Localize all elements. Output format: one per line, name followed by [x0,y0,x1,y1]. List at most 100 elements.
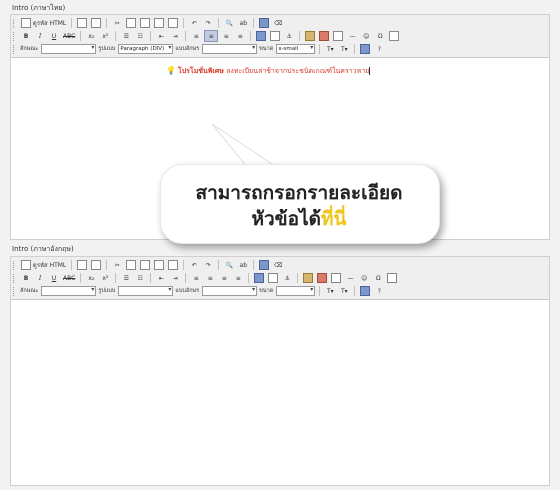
remove-format-button[interactable]: ⌫ [272,18,284,28]
subscript-button[interactable]: x₂ [85,273,97,283]
find-button[interactable]: 🔍 [223,18,235,28]
justify-button[interactable]: ≡ [234,31,246,41]
find-button[interactable]: 🔍 [223,260,235,270]
source-button[interactable]: ดูรหัส HTML [20,18,67,28]
table-button[interactable] [330,273,342,283]
paste-word-button[interactable] [167,260,179,270]
style-select[interactable] [41,286,97,296]
maximize-button[interactable] [359,286,371,296]
page-break-button[interactable] [388,31,400,41]
paste-button[interactable] [139,260,151,270]
callout-accent-text: ที่นี่ [320,208,347,230]
italic-button[interactable]: I [34,31,46,41]
subscript-button[interactable]: x₂ [85,31,97,41]
redo-button[interactable]: ↷ [202,260,214,270]
replace-button[interactable]: ab [237,260,249,270]
numbered-list-button[interactable]: ☰ [120,273,132,283]
link-button[interactable] [255,31,267,41]
undo-button[interactable]: ↶ [188,260,200,270]
new-page-button[interactable] [76,18,88,28]
paste-text-icon [154,18,165,28]
text-caret [369,67,371,75]
maximize-icon [360,286,371,296]
bullet-list-button[interactable]: ☷ [134,273,146,283]
indent-button[interactable]: ⇥ [169,273,181,283]
anchor-button[interactable]: ⚓ [281,273,293,283]
outdent-button[interactable]: ⇤ [155,31,167,41]
page-break-button[interactable] [386,273,398,283]
indent-button[interactable]: ⇥ [169,31,181,41]
select-all-button[interactable] [258,18,270,28]
bg-color-button[interactable]: T▾ [338,44,350,54]
underline-button[interactable]: U [48,273,60,283]
new-page-button[interactable] [76,260,88,270]
redo-button[interactable]: ↷ [202,18,214,28]
preview-button[interactable] [90,18,102,28]
size-select[interactable]: x-small [276,44,316,54]
paste-button[interactable] [139,18,151,28]
strike-button[interactable]: ABC [62,273,76,283]
select-all-button[interactable] [258,260,270,270]
replace-button[interactable]: ab [237,18,249,28]
unlink-button[interactable] [269,31,281,41]
paste-word-button[interactable] [167,18,179,28]
special-char-button[interactable]: Ω [372,273,384,283]
about-button[interactable]: ? [373,44,385,54]
unlink-button[interactable] [267,273,279,283]
special-char-button[interactable]: Ω [374,31,386,41]
size-select[interactable] [276,286,316,296]
copy-button[interactable] [125,260,137,270]
strike-button[interactable]: ABC [62,31,76,41]
superscript-button[interactable]: x² [99,31,111,41]
table-icon [331,273,342,283]
align-right-button[interactable]: ≡ [218,273,230,283]
rule-button[interactable]: — [346,31,358,41]
align-center-button[interactable]: ≡ [204,30,219,42]
cut-button[interactable]: ✂ [111,260,123,270]
text-color-button[interactable]: T▾ [324,44,336,54]
english-editor-content[interactable] [11,302,549,485]
align-right-button[interactable]: ≡ [220,31,232,41]
paste-text-button[interactable] [153,260,165,270]
bullet-list-button[interactable]: ☷ [134,31,146,41]
numbered-list-button[interactable]: ☰ [120,31,132,41]
toolbar-grip[interactable] [13,18,16,28]
remove-format-button[interactable]: ⌫ [272,260,284,270]
source-button[interactable]: ดูรหัส HTML [20,260,67,270]
paste-text-button[interactable] [153,18,165,28]
bg-color-button[interactable]: T▾ [338,286,350,296]
font-select[interactable] [202,44,258,54]
flash-button[interactable] [318,31,330,41]
anchor-button[interactable]: ⚓ [283,31,295,41]
italic-button[interactable]: I [34,273,46,283]
format-select[interactable]: Paragraph (DIV) [118,44,174,54]
format-select[interactable] [118,286,174,296]
image-button[interactable] [304,31,316,41]
align-center-button[interactable]: ≡ [204,273,216,283]
copy-button[interactable] [125,18,137,28]
bold-button[interactable]: B [20,31,32,41]
link-button[interactable] [253,273,265,283]
maximize-button[interactable] [359,44,371,54]
flash-button[interactable] [316,273,328,283]
style-select[interactable] [41,44,97,54]
align-left-button[interactable]: ≡ [190,273,202,283]
align-left-button[interactable]: ≡ [190,31,202,41]
font-select[interactable] [202,286,258,296]
bold-button[interactable]: B [20,273,32,283]
image-button[interactable] [302,273,314,283]
about-button[interactable]: ? [373,286,385,296]
undo-button[interactable]: ↶ [188,18,200,28]
superscript-button[interactable]: x² [99,273,111,283]
justify-button[interactable]: ≡ [232,273,244,283]
preview-button[interactable] [90,260,102,270]
thai-toolbar: ดูรหัส HTML ✂ ↶ ↷ 🔍 ab ⌫ B I U ABC x₂ x²… [11,15,549,58]
cut-button[interactable]: ✂ [111,18,123,28]
smiley-button[interactable]: ☺ [360,31,372,41]
underline-button[interactable]: U [48,31,60,41]
table-button[interactable] [332,31,344,41]
text-color-button[interactable]: T▾ [324,286,336,296]
smiley-button[interactable]: ☺ [358,273,370,283]
outdent-button[interactable]: ⇤ [155,273,167,283]
rule-button[interactable]: — [344,273,356,283]
